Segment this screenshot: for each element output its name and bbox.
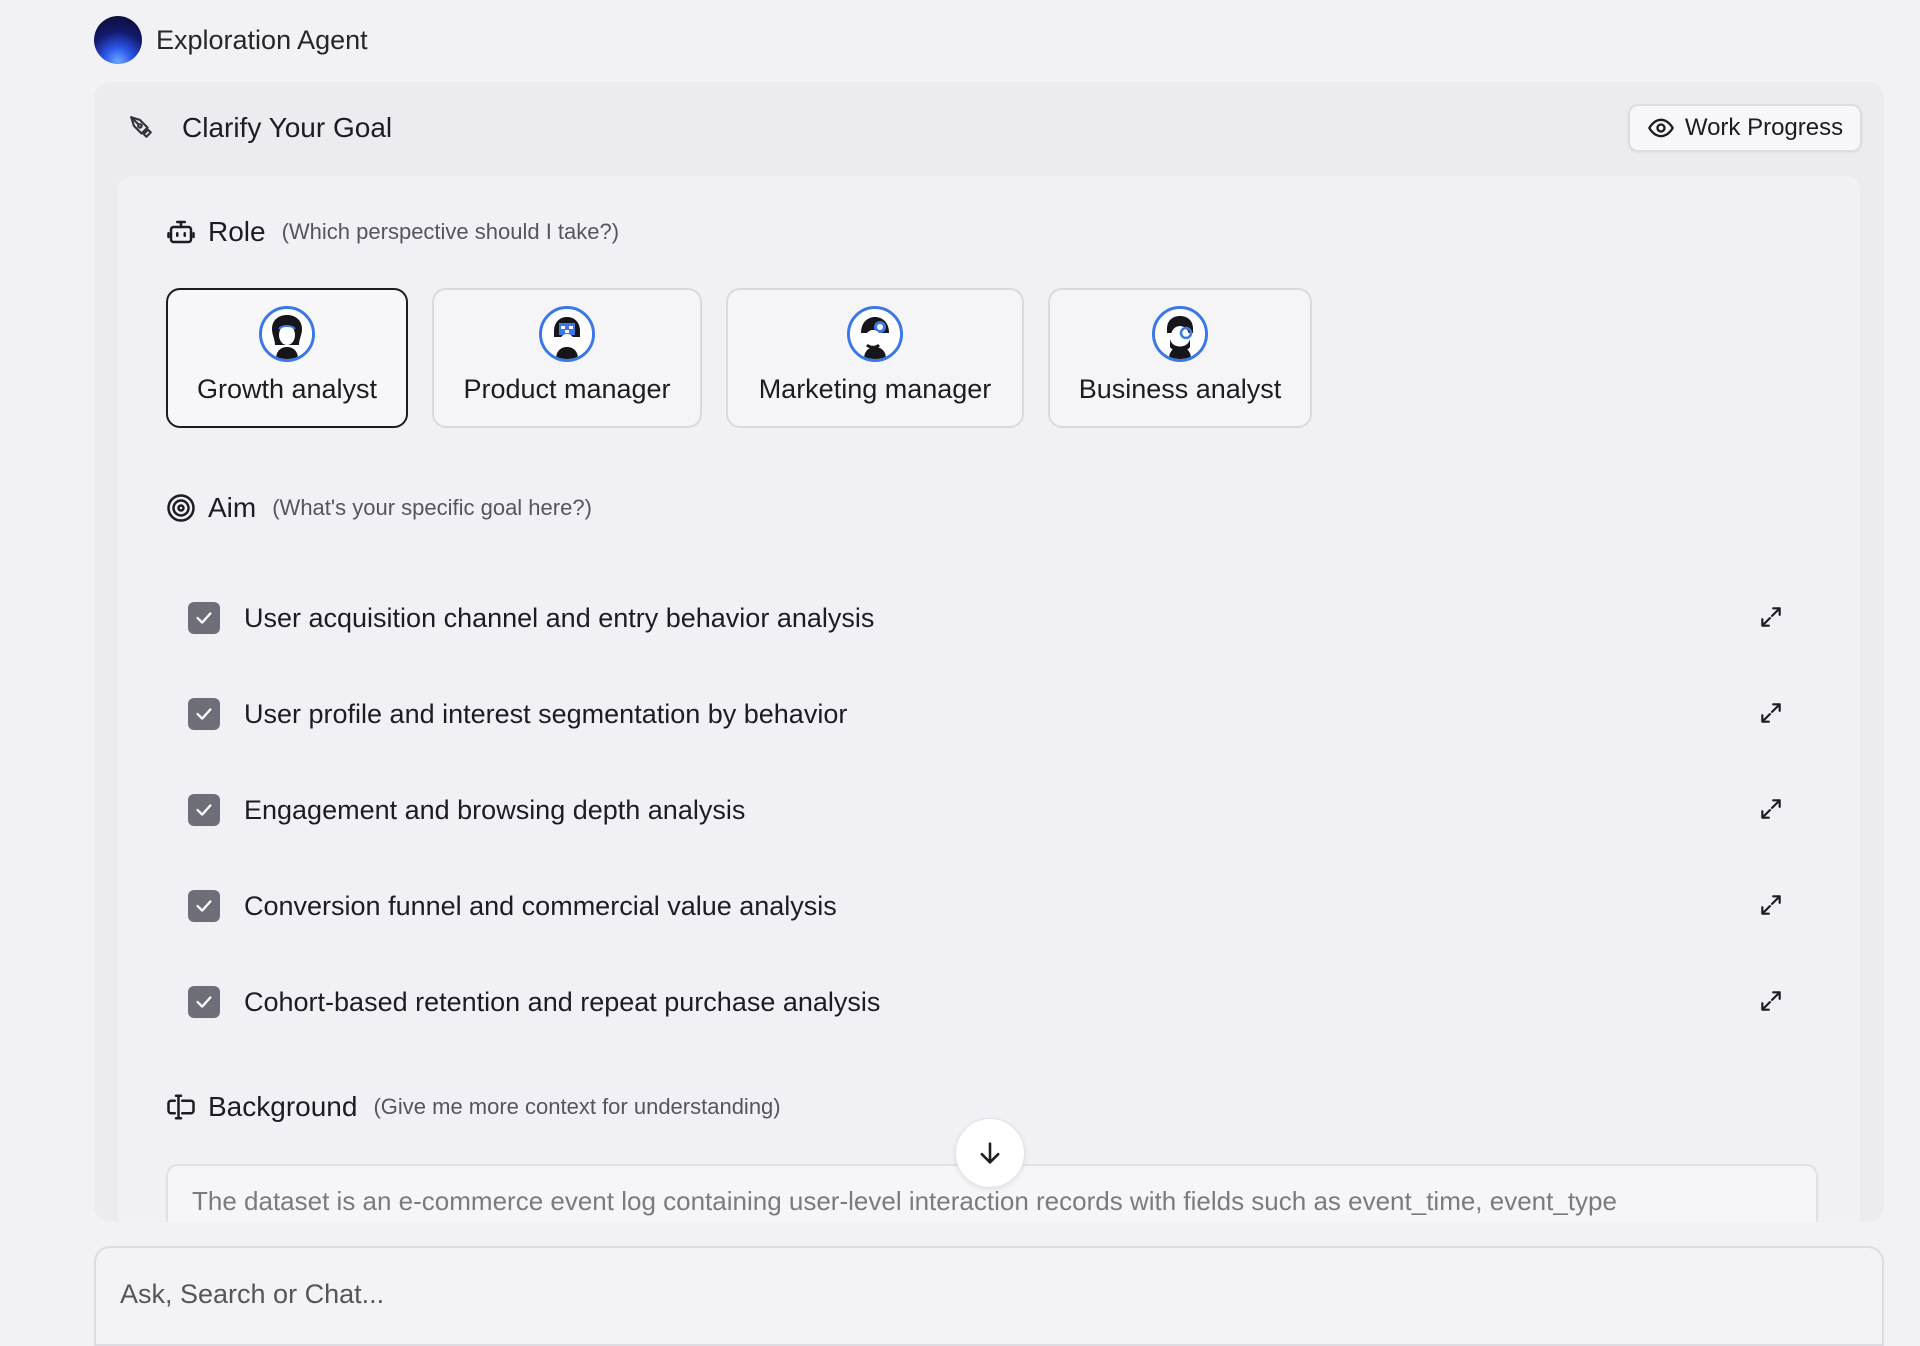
chat-bar: [94, 1246, 1884, 1346]
scroll-down-button[interactable]: [955, 1118, 1025, 1188]
chat-input[interactable]: [120, 1274, 1620, 1314]
background-text: The dataset is an e-commerce event log c…: [192, 1186, 1617, 1216]
arrow-down-icon: [980, 1142, 1000, 1164]
background-clip: The dataset is an e-commerce event log c…: [118, 0, 1860, 1222]
